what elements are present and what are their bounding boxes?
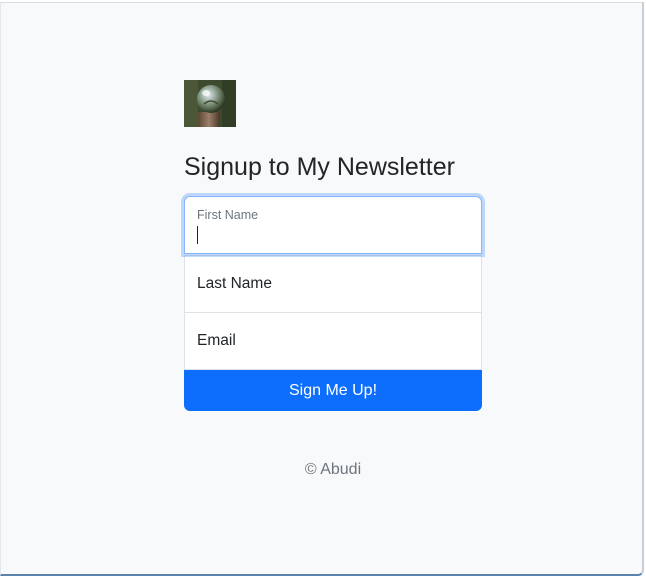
last-name-field[interactable]: Last Name <box>184 255 482 313</box>
text-caret <box>197 226 198 244</box>
email-placeholder: Email <box>197 332 236 349</box>
first-name-field[interactable]: First Name <box>184 196 482 254</box>
crystal-ball-icon <box>184 80 236 127</box>
first-name-label: First Name <box>197 208 259 222</box>
last-name-placeholder: Last Name <box>197 275 272 292</box>
page-title: Signup to My Newsletter <box>184 153 455 181</box>
sign-me-up-button[interactable]: Sign Me Up! <box>184 370 482 411</box>
logo-image <box>184 80 236 127</box>
email-field[interactable]: Email <box>184 312 482 370</box>
copyright-footer: © Abudi <box>304 461 362 478</box>
